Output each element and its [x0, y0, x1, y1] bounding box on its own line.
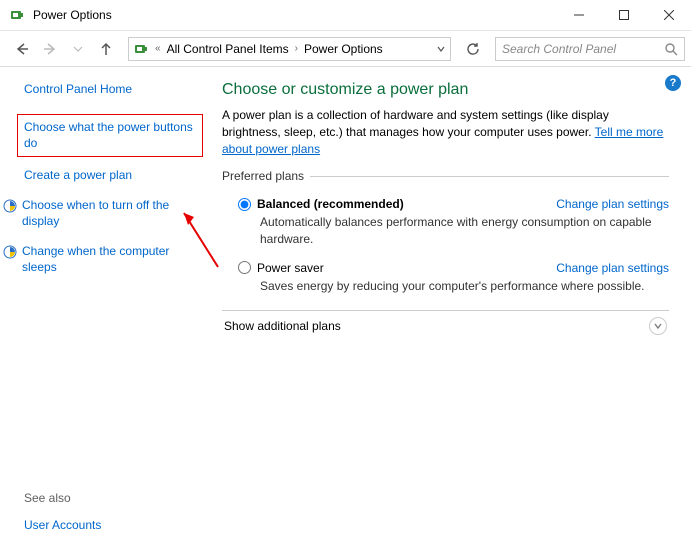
preferred-plans-legend: Preferred plans	[222, 169, 310, 183]
search-icon	[664, 42, 678, 56]
link-change-saver[interactable]: Change plan settings	[556, 261, 669, 275]
plan-balanced: Balanced (recommended) Change plan setti…	[222, 193, 669, 256]
search-placeholder: Search Control Panel	[502, 42, 664, 56]
refresh-button[interactable]	[461, 37, 485, 61]
breadcrumb-power-options[interactable]: Power Options	[302, 42, 385, 56]
shield-icon	[2, 244, 18, 260]
see-also: See also User Accounts	[24, 491, 101, 533]
recent-dropdown[interactable]	[66, 37, 90, 61]
maximize-button[interactable]	[601, 0, 646, 30]
window-title: Power Options	[33, 8, 112, 22]
show-additional-plans[interactable]: Show additional plans	[222, 310, 669, 341]
titlebar: Power Options	[0, 0, 691, 31]
see-also-label: See also	[24, 491, 101, 505]
breadcrumb-chevron-icon[interactable]: ›	[291, 43, 302, 54]
breadcrumb-dropdown[interactable]	[432, 38, 450, 60]
link-choose-power-buttons[interactable]: Choose what the power buttons do	[24, 119, 196, 151]
search-input[interactable]: Search Control Panel	[495, 37, 685, 61]
link-change-balanced[interactable]: Change plan settings	[556, 197, 669, 211]
link-user-accounts[interactable]: User Accounts	[24, 517, 101, 533]
navbar: « All Control Panel Items › Power Option…	[0, 31, 691, 67]
preferred-plans-group: Preferred plans Balanced (recommended) C…	[222, 169, 669, 304]
page-heading: Choose or customize a power plan	[222, 81, 669, 99]
annotation-highlight: Choose what the power buttons do	[17, 114, 203, 156]
chevron-down-icon	[649, 317, 667, 335]
shield-icon	[2, 198, 18, 214]
back-button[interactable]	[10, 37, 34, 61]
plan-saver-desc: Saves energy by reducing your computer's…	[260, 278, 669, 294]
up-button[interactable]	[94, 37, 118, 61]
link-turn-off-display[interactable]: Choose when to turn off the display	[22, 197, 198, 229]
plan-saver-label[interactable]: Power saver	[257, 261, 324, 275]
link-create-power-plan[interactable]: Create a power plan	[24, 167, 198, 183]
power-options-icon	[9, 7, 25, 23]
breadcrumb-chevron-icon[interactable]: «	[151, 43, 165, 54]
link-control-panel-home[interactable]: Control Panel Home	[24, 81, 198, 97]
close-button[interactable]	[646, 0, 691, 30]
radio-power-saver[interactable]	[238, 261, 251, 274]
link-computer-sleeps[interactable]: Change when the computer sleeps	[22, 243, 198, 275]
main-content: Choose or customize a power plan A power…	[208, 67, 691, 547]
breadcrumb[interactable]: « All Control Panel Items › Power Option…	[128, 37, 451, 61]
forward-button[interactable]	[38, 37, 62, 61]
plan-balanced-desc: Automatically balances performance with …	[260, 214, 669, 246]
minimize-button[interactable]	[556, 0, 601, 30]
plan-power-saver: Power saver Change plan settings Saves e…	[222, 257, 669, 304]
power-options-icon	[133, 41, 149, 57]
intro-text: A power plan is a collection of hardware…	[222, 107, 669, 157]
breadcrumb-all-items[interactable]: All Control Panel Items	[165, 42, 291, 56]
sidebar: Control Panel Home Choose what the power…	[0, 67, 208, 547]
radio-balanced[interactable]	[238, 198, 251, 211]
plan-balanced-label[interactable]: Balanced (recommended)	[257, 197, 404, 211]
show-additional-label: Show additional plans	[224, 319, 341, 333]
